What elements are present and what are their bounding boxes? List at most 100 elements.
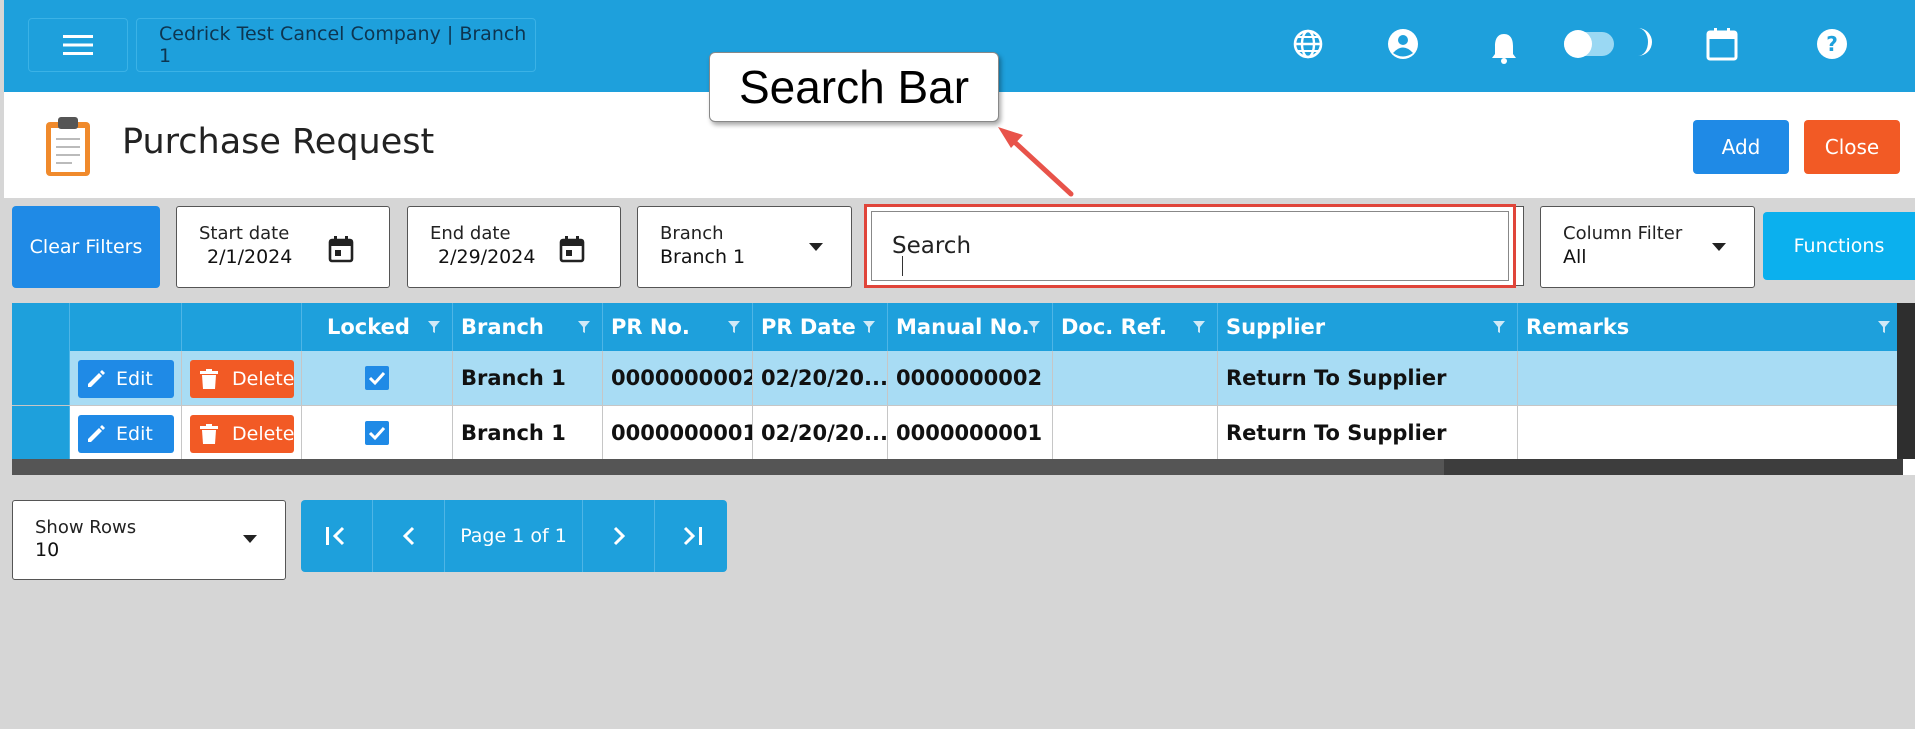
checkmark-icon — [368, 426, 386, 441]
supplier-cell: Return To Supplier — [1218, 351, 1518, 405]
user-circle-icon[interactable] — [1385, 26, 1421, 62]
edit-button[interactable]: Edit — [78, 360, 174, 398]
calendar-icon[interactable] — [1704, 26, 1740, 62]
last-page-icon — [683, 526, 702, 546]
locked-checkbox[interactable] — [365, 366, 389, 390]
calendar-icon[interactable] — [558, 235, 586, 263]
bell-icon[interactable] — [1486, 30, 1522, 66]
column-filter-select[interactable]: Column Filter All — [1540, 206, 1755, 288]
delete-button[interactable]: Delete — [190, 415, 294, 453]
header-locked-label: Locked — [327, 315, 410, 339]
remarks-cell — [1518, 406, 1903, 460]
locked-cell — [302, 406, 453, 460]
show-rows-select[interactable]: Show Rows 10 — [12, 500, 286, 580]
search-highlight: Search — [864, 204, 1516, 288]
trash-icon — [200, 424, 218, 444]
filter-icon[interactable] — [1493, 321, 1505, 333]
branch-value: Branch 1 — [660, 246, 746, 268]
header-supplier-label: Supplier — [1226, 315, 1326, 339]
checkmark-icon — [368, 371, 386, 386]
header-doc-ref[interactable]: Doc. Ref. — [1053, 303, 1218, 351]
globe-icon[interactable] — [1290, 26, 1326, 62]
scrollbar-thumb[interactable] — [12, 459, 1444, 475]
filter-icon[interactable] — [1193, 321, 1205, 333]
chevron-down-icon — [1712, 243, 1726, 251]
search-bar-callout: Search Bar — [709, 52, 999, 122]
branch-select[interactable]: Branch Branch 1 — [637, 206, 852, 288]
header-manual-no[interactable]: Manual No. — [888, 303, 1053, 351]
filter-icon[interactable] — [1028, 321, 1040, 333]
doc-ref-cell — [1053, 351, 1218, 405]
pencil-icon — [88, 425, 105, 442]
pencil-icon — [88, 370, 105, 387]
pr-date-cell: 02/20/20... — [753, 351, 888, 405]
trash-icon — [200, 369, 218, 389]
text-cursor — [902, 256, 903, 276]
company-selector[interactable]: Cedrick Test Cancel Company | Branch 1 — [136, 18, 536, 72]
pr-no-cell: 0000000002 — [603, 351, 753, 405]
start-date-field[interactable]: Start date 2/1/2024 — [176, 206, 390, 288]
horizontal-scrollbar[interactable] — [12, 459, 1903, 475]
edit-button[interactable]: Edit — [78, 415, 174, 453]
end-date-field[interactable]: End date 2/29/2024 — [407, 206, 621, 288]
manual-no-cell: 0000000001 — [888, 406, 1053, 460]
menu-icon — [63, 35, 93, 55]
filter-icon[interactable] — [428, 321, 440, 333]
next-page-button[interactable] — [583, 500, 655, 572]
toggle-knob — [1564, 30, 1592, 58]
help-icon[interactable]: ? — [1814, 26, 1850, 62]
chevron-left-icon — [402, 526, 414, 546]
remarks-cell — [1518, 351, 1903, 405]
row-selector[interactable] — [12, 406, 70, 460]
purchase-request-table: Locked Branch PR No. PR Date Manual No. … — [12, 303, 1915, 475]
menu-button[interactable] — [28, 18, 128, 72]
moon-icon — [1626, 24, 1662, 60]
filter-icon[interactable] — [1878, 321, 1890, 333]
row-selector[interactable] — [12, 351, 70, 405]
delete-cell: Delete — [182, 351, 302, 405]
vertical-scrollbar[interactable] — [1897, 303, 1915, 459]
functions-button[interactable]: Functions — [1763, 212, 1915, 280]
close-button[interactable]: Close — [1804, 120, 1900, 174]
clear-filters-button[interactable]: Clear Filters — [12, 206, 160, 288]
locked-checkbox[interactable] — [365, 421, 389, 445]
pagination: Page 1 of 1 — [301, 500, 727, 572]
header-branch[interactable]: Branch — [453, 303, 603, 351]
prev-page-button[interactable] — [373, 500, 445, 572]
branch-cell: Branch 1 — [453, 351, 603, 405]
table-row[interactable]: Edit Delete Branch 1 0000000001 02/20/20… — [12, 405, 1915, 460]
calendar-icon[interactable] — [327, 235, 355, 263]
delete-label: Delete — [232, 368, 295, 390]
show-rows-value: 10 — [35, 539, 60, 561]
header-edit — [70, 303, 182, 351]
search-input[interactable]: Search — [871, 211, 1509, 281]
column-filter-value: All — [1563, 246, 1587, 268]
doc-ref-cell — [1053, 406, 1218, 460]
table-row[interactable]: Edit Delete Branch 1 0000000002 02/20/20… — [12, 351, 1915, 405]
header-locked[interactable]: Locked — [302, 303, 453, 351]
header-branch-label: Branch — [461, 315, 544, 339]
header-pr-no[interactable]: PR No. — [603, 303, 753, 351]
delete-label: Delete — [232, 423, 295, 445]
manual-no-cell: 0000000002 — [888, 351, 1053, 405]
pr-date-cell: 02/20/20... — [753, 406, 888, 460]
supplier-cell: Return To Supplier — [1218, 406, 1518, 460]
chevron-down-icon — [809, 243, 823, 251]
theme-toggle[interactable] — [1564, 30, 1614, 58]
search-field-edge — [1516, 206, 1524, 286]
header-remarks[interactable]: Remarks — [1518, 303, 1903, 351]
filter-icon[interactable] — [728, 321, 740, 333]
delete-button[interactable]: Delete — [190, 360, 294, 398]
filter-icon[interactable] — [578, 321, 590, 333]
first-page-button[interactable] — [301, 500, 373, 572]
header-pr-date[interactable]: PR Date — [753, 303, 888, 351]
add-button[interactable]: Add — [1693, 120, 1789, 174]
page-indicator: Page 1 of 1 — [445, 500, 583, 572]
search-placeholder: Search — [892, 233, 972, 259]
header-supplier[interactable]: Supplier — [1218, 303, 1518, 351]
header-remarks-label: Remarks — [1526, 315, 1630, 339]
show-rows-label: Show Rows — [35, 517, 137, 538]
last-page-button[interactable] — [655, 500, 727, 572]
filter-icon[interactable] — [863, 321, 875, 333]
branch-cell: Branch 1 — [453, 406, 603, 460]
